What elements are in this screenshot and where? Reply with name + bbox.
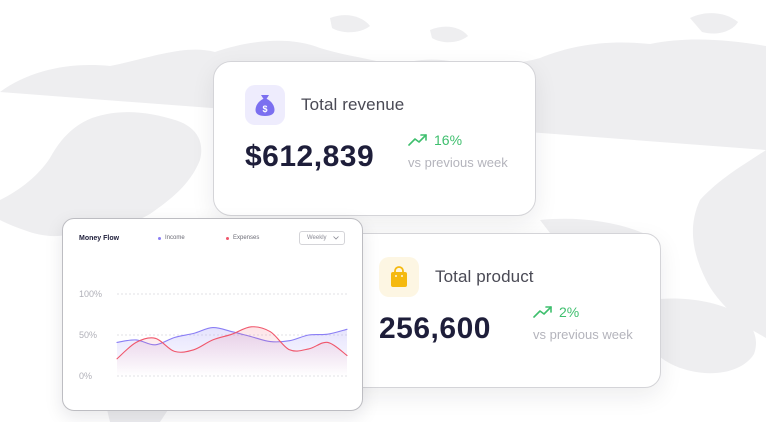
- total-product-value: 256,600: [379, 312, 491, 345]
- money-flow-card: 100% 50% 0% Money Flow Income Expenses Wee…: [62, 218, 363, 411]
- y-tick-label: 50%: [79, 330, 97, 340]
- product-trend-percent: 2%: [559, 304, 580, 320]
- period-select-value: Weekly: [307, 235, 327, 241]
- money-flow-chart: 100% 50% 0%: [79, 289, 348, 381]
- legend-income-label: Income: [165, 235, 185, 241]
- total-revenue-value: $612,839: [245, 140, 375, 173]
- trend-up-icon: [408, 134, 427, 146]
- total-product-label: Total product: [435, 267, 534, 286]
- money-flow-title: Money Flow: [79, 235, 120, 242]
- total-product-card: Total product 256,600 2% vs previous wee…: [338, 233, 661, 388]
- total-revenue-card: $ Total revenue $612,839 16% vs previous…: [213, 61, 536, 216]
- period-select[interactable]: Weekly: [299, 231, 345, 245]
- product-trend: 2%: [533, 304, 579, 320]
- trend-up-icon: [533, 306, 552, 318]
- y-tick-label: 100%: [79, 289, 102, 299]
- income-dot-icon: [158, 236, 161, 240]
- legend-expenses-label: Expenses: [233, 235, 260, 241]
- legend-income: Income: [158, 235, 185, 241]
- product-trend-caption: vs previous week: [533, 327, 633, 342]
- money-bag-icon: $: [245, 85, 285, 125]
- revenue-trend: 16%: [408, 132, 462, 148]
- expenses-dot-icon: [226, 236, 229, 240]
- revenue-trend-caption: vs previous week: [408, 155, 508, 170]
- total-revenue-label: Total revenue: [301, 95, 405, 114]
- y-tick-label: 0%: [79, 371, 92, 381]
- shopping-bag-icon: [379, 257, 419, 297]
- legend-expenses: Expenses: [226, 235, 259, 241]
- svg-text:$: $: [262, 104, 267, 114]
- chevron-down-icon: [332, 236, 339, 240]
- revenue-trend-percent: 16%: [434, 132, 463, 148]
